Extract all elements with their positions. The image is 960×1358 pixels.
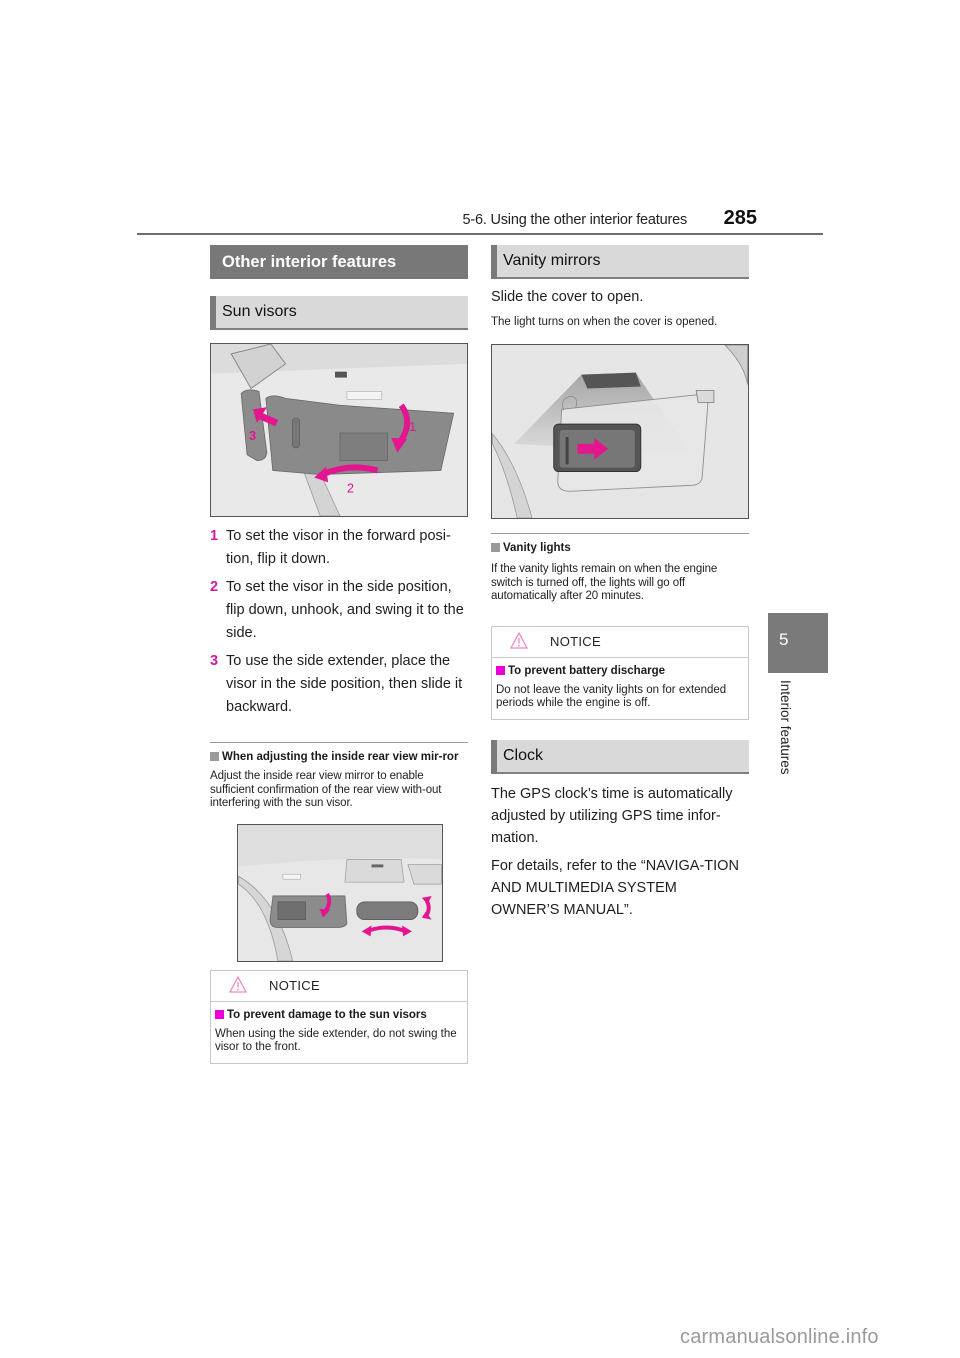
step-text: To use the side extender, place the viso… [226,653,463,715]
notice-label: NOTICE [550,633,601,649]
notice-body: To prevent damage to the sun visors When… [211,1002,467,1063]
clock-paragraph-1: The GPS clock’s time is automatically ad… [491,785,733,846]
step-text: To set the visor in the forward posi-tio… [226,528,451,567]
sun-visor-figure: 1 2 3 [210,343,468,517]
sun-visor-notice: NOTICE To prevent damage to the sun viso… [210,969,468,1064]
left-column: Other interior features Sun visors 1 2 3 [210,245,468,1064]
clock-heading: Clock [491,739,749,774]
clock-paragraph-2: For details, refer to the “NAVIGA-TION A… [491,857,739,918]
notice-label: NOTICE [269,977,320,993]
notice-header: NOTICE [492,627,748,658]
right-column: Vanity mirrors Slide the cover to open. … [491,245,749,921]
vanity-lights-text: If the vanity lights remain on when the … [491,563,718,602]
step-number: 3 [210,653,219,669]
main-heading: Other interior features [210,245,468,279]
notice-text: Do not leave the vanity lights on for ex… [496,683,727,710]
running-header: 5-6. Using the other interior features 2… [137,204,823,234]
svg-text:2: 2 [347,480,354,495]
svg-text:3: 3 [249,428,256,443]
step-1: 1 To set the visor in the forward posi-t… [210,525,468,571]
chapter-number: 5 [779,630,789,649]
rear-view-note-title: When adjusting the inside rear view mir-… [210,750,468,764]
step-text: To set the visor in the side position, f… [226,579,464,641]
chapter-label: Interior features [775,680,795,790]
vanity-sub: The light turns on when the cover is ope… [491,316,718,328]
notice-text: When using the side extender, do not swi… [215,1027,457,1054]
svg-text:1: 1 [409,419,416,434]
chapter-label-text: Interior features [778,680,793,775]
step-2: 2 To set the visor in the side position,… [210,576,468,645]
warning-icon [229,975,247,993]
rear-view-note-text: Adjust the inside rear view mirror to en… [210,770,442,809]
header-rule [137,233,823,235]
vanity-mirror-figure [491,344,749,519]
vanity-lights-title: Vanity lights [491,541,749,555]
warning-icon [510,631,528,649]
section-title: 5-6. Using the other interior features [462,212,687,228]
chapter-tab[interactable]: 5 [768,613,828,673]
notice-title: To prevent battery discharge [496,664,744,678]
battery-notice: NOTICE To prevent battery discharge Do n… [491,625,749,720]
step-number: 2 [210,579,219,595]
notice-body: To prevent battery discharge Do not leav… [492,658,748,719]
step-3: 3 To use the side extender, place the vi… [210,650,468,719]
vanity-mirrors-heading: Vanity mirrors [491,245,749,279]
step-number: 1 [210,528,219,544]
sun-visor-illustration-icon: 1 2 3 [211,344,467,516]
rear-view-mirror-figure [237,823,443,962]
page-number: 285 [723,207,757,229]
sun-visors-heading: Sun visors [210,296,468,330]
notice-title: To prevent damage to the sun visors [215,1008,463,1022]
vanity-mirror-illustration-icon [492,345,748,518]
rear-view-mirror-illustration-icon [238,824,442,961]
vanity-intro: Slide the cover to open. [491,289,644,305]
notice-header: NOTICE [211,971,467,1002]
watermark: carmanualsonline.info [680,1326,879,1348]
